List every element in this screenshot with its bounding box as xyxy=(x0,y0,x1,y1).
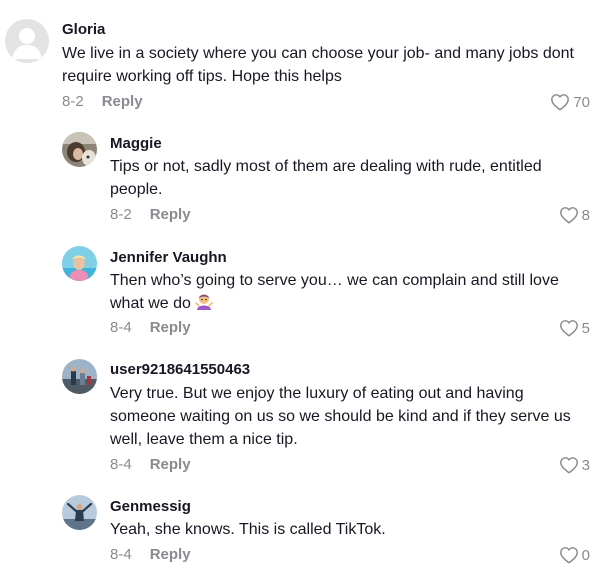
comment-meta: 8-4 Reply xyxy=(110,546,191,563)
like-count: 0 xyxy=(581,546,590,564)
avatar[interactable] xyxy=(62,132,97,167)
reply-button[interactable]: Reply xyxy=(102,93,143,110)
like-button[interactable]: 3 xyxy=(559,456,590,474)
like-button[interactable]: 5 xyxy=(559,319,590,337)
comment-maggie: Maggie Tips or not, sadly most of them a… xyxy=(0,125,608,230)
like-button[interactable]: 0 xyxy=(559,546,590,564)
profile-photo xyxy=(62,246,97,281)
comment-meta: 8-2 Reply xyxy=(62,93,143,110)
comment-date: 8-4 xyxy=(110,456,132,473)
heart-icon xyxy=(559,547,578,564)
comment-date: 8-2 xyxy=(62,93,84,110)
reply-button[interactable]: Reply xyxy=(150,319,191,336)
profile-photo xyxy=(62,359,97,394)
like-button[interactable]: 70 xyxy=(550,93,590,111)
like-count: 3 xyxy=(581,456,590,474)
avatar[interactable] xyxy=(62,359,97,394)
avatar[interactable] xyxy=(62,495,97,530)
profile-photo xyxy=(62,495,97,530)
comment-username[interactable]: Gloria xyxy=(62,21,105,38)
reply-button[interactable]: Reply xyxy=(150,206,191,223)
comment-username[interactable]: Maggie xyxy=(110,135,162,152)
heart-icon xyxy=(559,207,578,224)
comment-gloria: Gloria We live in a society where you ca… xyxy=(0,0,608,115)
comment-text: Yeah, she knows. This is called TikTok. xyxy=(110,521,386,538)
comment-user9218641550463: user9218641550463 Very true. But we enjo… xyxy=(0,352,608,482)
comment-text: Very true. But we enjoy the luxury of ea… xyxy=(110,385,571,448)
comment-username[interactable]: Jennifer Vaughn xyxy=(110,249,227,266)
comment-meta: 8-4 Reply xyxy=(110,319,191,336)
comment-date: 8-4 xyxy=(110,319,132,336)
like-count: 8 xyxy=(581,206,590,224)
comment-username[interactable]: user9218641550463 xyxy=(110,361,250,378)
profile-photo xyxy=(62,132,97,167)
reply-button[interactable]: Reply xyxy=(150,546,191,563)
like-count: 5 xyxy=(581,319,590,337)
like-button[interactable]: 8 xyxy=(559,206,590,224)
heart-icon xyxy=(559,457,578,474)
avatar[interactable] xyxy=(62,246,97,281)
comment-jennifer-vaughn: Jennifer Vaughn Then who’s going to serv… xyxy=(0,240,608,345)
person-shrugging-emoji xyxy=(195,293,213,318)
comment-meta: 8-2 Reply xyxy=(110,206,191,223)
default-avatar-icon xyxy=(12,28,42,59)
comment-date: 8-2 xyxy=(110,206,132,223)
comment-text: Then who’s going to serve you… we can co… xyxy=(110,269,580,318)
comment-username[interactable]: Genmessig xyxy=(110,498,191,515)
avatar[interactable] xyxy=(5,19,49,63)
comment-text: Tips or not, sadly most of them are deal… xyxy=(110,158,542,198)
comment-date: 8-4 xyxy=(110,546,132,563)
comment-text-content: Then who’s going to serve you… we can co… xyxy=(110,272,559,312)
like-count: 70 xyxy=(573,93,590,111)
heart-icon xyxy=(551,94,570,111)
heart-icon xyxy=(559,320,578,337)
reply-button[interactable]: Reply xyxy=(150,456,191,473)
comment-genmessig: Genmessig Yeah, she knows. This is calle… xyxy=(0,490,608,581)
comment-meta: 8-4 Reply xyxy=(110,456,191,473)
comment-text: We live in a society where you can choos… xyxy=(62,45,574,85)
